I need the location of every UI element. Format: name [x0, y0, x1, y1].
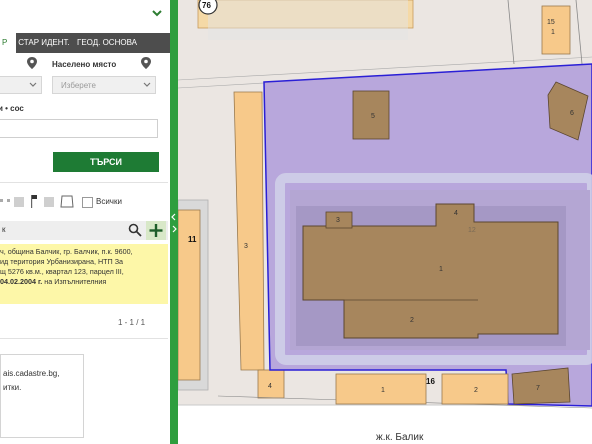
result-line: ид територия Урбанизирана, НТП За — [0, 257, 124, 266]
map-label: 15 — [547, 19, 555, 26]
tab-geodetic-base[interactable]: ГЕОД. ОСНОВА — [74, 33, 140, 53]
result-line-rest: на Изпълнителния — [42, 277, 107, 286]
filter-dot-icon[interactable] — [0, 199, 3, 202]
settlement-label: Населено място — [52, 60, 117, 69]
results-search-input[interactable]: к — [2, 225, 6, 234]
map-label: 7 — [536, 385, 540, 392]
results-search-bar: к — [0, 221, 168, 240]
chevron-down-icon — [29, 77, 37, 100]
filter-dot-icon[interactable] — [7, 199, 10, 202]
cadastre-map[interactable]: 15 1 76 3 4 11 5 6 3 4 12 1 2 1 16 2 7 ж… — [178, 0, 592, 444]
settlement-select[interactable]: Изберете — [52, 76, 156, 94]
map-label: 4 — [268, 383, 272, 390]
search-button[interactable]: ТЪРСИ — [53, 152, 159, 172]
settlement-select-value: Изберете — [61, 81, 96, 90]
search-icon[interactable] — [128, 223, 142, 237]
search-result-item[interactable]: ч, община Балчик, гр. Балчик, п.к. 9600,… — [0, 244, 168, 304]
map-label: 4 — [454, 210, 458, 217]
map-label: 3 — [244, 243, 248, 250]
result-line: щ 5276 кв.м., квартал 123, парцел III, — [0, 267, 124, 276]
map-label: 11 — [188, 235, 197, 244]
map-view[interactable]: 15 1 76 3 4 11 5 6 3 4 12 1 2 1 16 2 7 ж… — [178, 0, 592, 444]
info-line: ais.cadastre.bg, — [3, 369, 60, 378]
map-label: 5 — [371, 113, 375, 120]
panel-divider[interactable] — [170, 0, 178, 444]
building-top-right — [541, 5, 571, 55]
map-label: 3 — [336, 217, 340, 224]
tab-bar: Р СТАР ИДЕНТ. ГЕОД. ОСНОВА — [0, 33, 170, 53]
result-line: ч, община Балчик, гр. Балчик, п.к. 9600, — [0, 247, 133, 256]
filter-square-icon[interactable] — [14, 197, 24, 207]
map-label: 2 — [474, 387, 478, 394]
collapse-arrows-icon[interactable] — [170, 212, 178, 234]
chevron-down-icon[interactable] — [150, 6, 164, 20]
building-bottom-7 — [511, 367, 571, 405]
add-icon[interactable] — [146, 221, 166, 240]
map-label: 16 — [426, 377, 435, 386]
municipality-select[interactable] — [0, 76, 42, 94]
map-label: 1 — [439, 266, 443, 273]
separator — [0, 338, 168, 339]
result-line: 04.02.2004 г. на Изпълнителния — [0, 277, 168, 287]
tab-old-identifier[interactable]: СТАР ИДЕНТ. — [16, 33, 72, 53]
filter-icons-row: Всички — [0, 195, 122, 211]
identifier-field-label: и • сос — [0, 104, 24, 113]
all-filter-checkbox[interactable] — [82, 197, 93, 208]
flag-icon[interactable] — [30, 195, 38, 208]
info-box: ais.cadastre.bg, итки. — [0, 354, 84, 438]
info-line: итки. — [3, 383, 22, 392]
parcel-filter-icon[interactable] — [60, 195, 74, 208]
chevron-down-icon — [143, 77, 151, 100]
map-label: 2 — [410, 317, 414, 324]
map-label: 1 — [381, 387, 385, 394]
search-panel: Р СТАР ИДЕНТ. ГЕОД. ОСНОВА Населено мяст… — [0, 0, 170, 444]
map-label: 12 — [468, 227, 476, 234]
location-pin-icon — [141, 56, 151, 69]
street-label: ж.к. Балик — [376, 432, 424, 443]
map-label: 6 — [570, 110, 574, 117]
tab-search[interactable]: Р — [0, 33, 16, 53]
building-filter-icon[interactable] — [44, 197, 54, 207]
identifier-input[interactable] — [0, 119, 158, 138]
location-pin-icon — [27, 56, 37, 69]
map-label: 1 — [551, 29, 555, 36]
map-label: 76 — [202, 1, 211, 10]
separator — [0, 182, 168, 183]
all-filter-label: Всички — [96, 197, 122, 206]
result-date: 04.02.2004 г. — [0, 277, 43, 286]
pagination: 1 - 1 / 1 — [118, 318, 146, 327]
